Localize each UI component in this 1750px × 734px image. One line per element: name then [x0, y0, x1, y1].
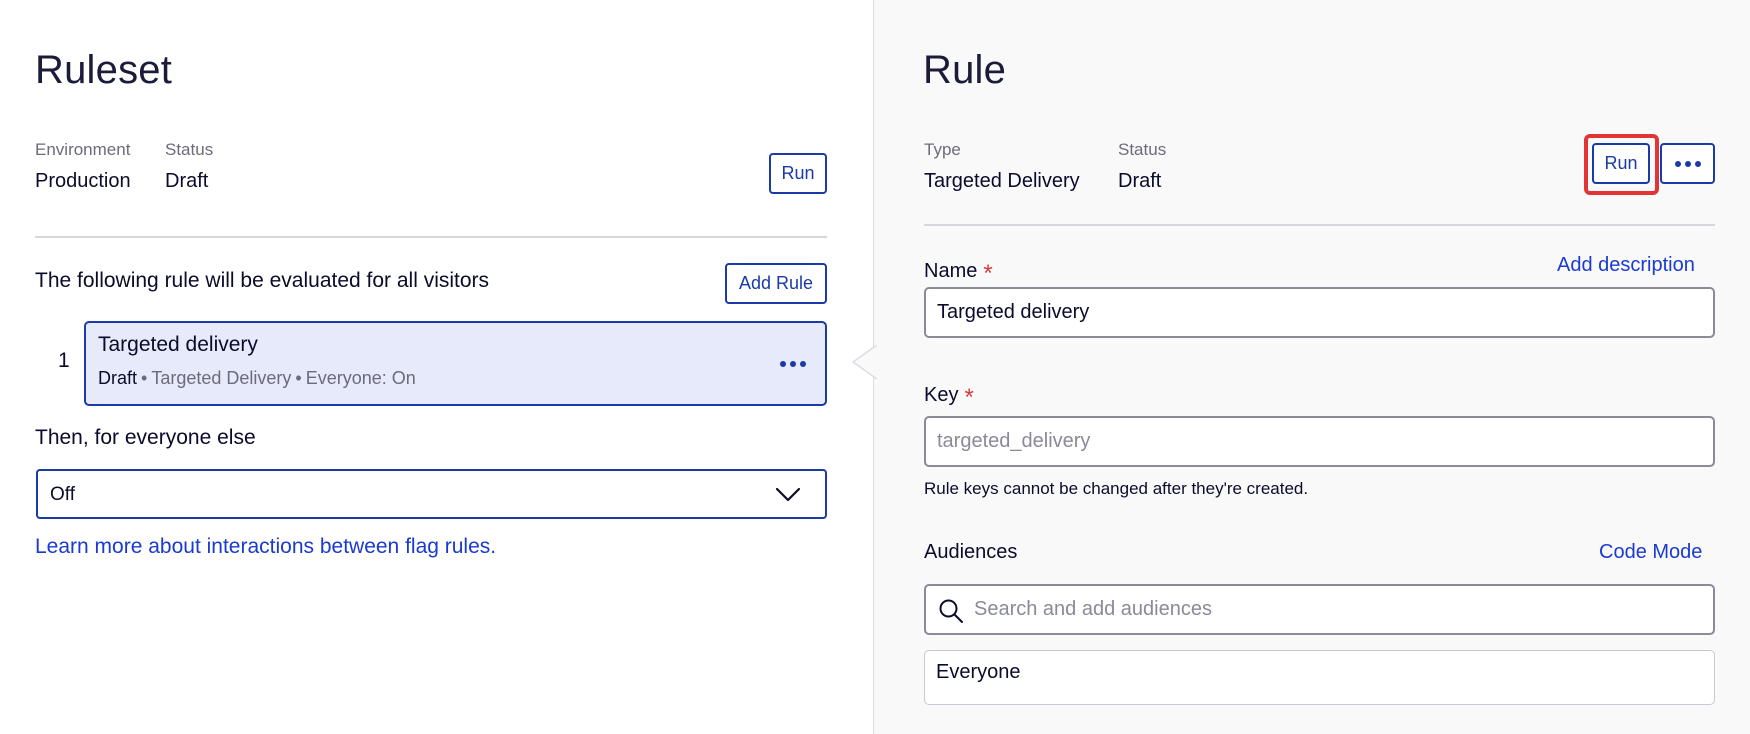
- ruleset-panel: Ruleset Environment Production Status Dr…: [0, 0, 873, 734]
- add-description-link[interactable]: Add description: [1557, 254, 1695, 277]
- rule-card-status: Draft: [98, 368, 138, 388]
- audience-item: Everyone: [936, 661, 1021, 683]
- rule-status-value: Draft: [1118, 170, 1162, 192]
- learn-more-link[interactable]: Learn more about interactions between fl…: [35, 535, 496, 559]
- app-root: Ruleset Environment Production Status Dr…: [0, 0, 1750, 734]
- rule-more-button[interactable]: [1660, 143, 1715, 184]
- add-rule-button[interactable]: Add Rule: [725, 263, 827, 304]
- ruleset-title: Ruleset: [35, 48, 173, 92]
- separator-dot: •: [141, 368, 148, 388]
- name-label-text: Name: [924, 260, 978, 282]
- name-input[interactable]: Targeted delivery: [924, 287, 1715, 338]
- audience-search-placeholder: Search and add audiences: [974, 598, 1212, 620]
- rule-type-label: Type: [924, 140, 961, 159]
- rule-status-label: Status: [1118, 140, 1167, 159]
- panel-pointer: [851, 345, 877, 379]
- key-label-text: Key: [924, 384, 959, 406]
- rule-title: Rule: [923, 48, 1007, 92]
- environment-value: Production: [35, 170, 131, 192]
- environment-label: Environment: [35, 140, 131, 159]
- required-mark: *: [983, 260, 993, 287]
- ruleset-run-button[interactable]: Run: [769, 153, 827, 194]
- separator-dot: •: [295, 368, 302, 388]
- key-input-placeholder: targeted_delivery: [937, 430, 1091, 452]
- rule-divider: [924, 224, 1715, 226]
- rule-card-audience: Everyone: On: [305, 368, 416, 388]
- fallback-select-value: Off: [50, 484, 75, 505]
- search-icon: [938, 598, 964, 629]
- evaluation-text: The following rule will be evaluated for…: [35, 269, 490, 292]
- audience-search-input[interactable]: Search and add audiences: [924, 584, 1715, 635]
- ruleset-status-value: Draft: [165, 170, 209, 192]
- run-button-highlight: [1584, 134, 1659, 195]
- required-mark: *: [964, 384, 974, 411]
- fallback-label: Then, for everyone else: [35, 426, 256, 449]
- key-help-text: Rule keys cannot be changed after they'r…: [924, 479, 1309, 498]
- rule-card-type: Targeted Delivery: [151, 368, 292, 388]
- selected-audiences-list: Everyone: [924, 650, 1715, 705]
- name-input-value: Targeted delivery: [937, 301, 1090, 323]
- rule-type-value: Targeted Delivery: [924, 170, 1080, 192]
- name-label: Name *: [924, 256, 993, 287]
- rule-card-name: Targeted delivery: [98, 333, 258, 356]
- rule-index: 1: [58, 349, 70, 372]
- more-icon: [1674, 160, 1701, 167]
- rule-card-more-button[interactable]: [775, 352, 811, 376]
- key-input[interactable]: targeted_delivery: [924, 416, 1715, 467]
- more-icon: [780, 361, 806, 367]
- code-mode-link[interactable]: Code Mode: [1599, 541, 1702, 564]
- ruleset-status-label: Status: [165, 140, 214, 159]
- ruleset-divider: [35, 236, 827, 238]
- key-label: Key *: [924, 380, 974, 411]
- fallback-select[interactable]: Off: [36, 469, 827, 519]
- rule-card-targeted-delivery[interactable]: Targeted delivery Draft • Targeted Deliver…: [84, 321, 827, 406]
- rule-card-meta: Draft • Targeted Delivery • Everyone: On: [98, 368, 416, 389]
- audiences-label: Audiences: [924, 541, 1018, 563]
- chevron-down-icon: [775, 483, 801, 510]
